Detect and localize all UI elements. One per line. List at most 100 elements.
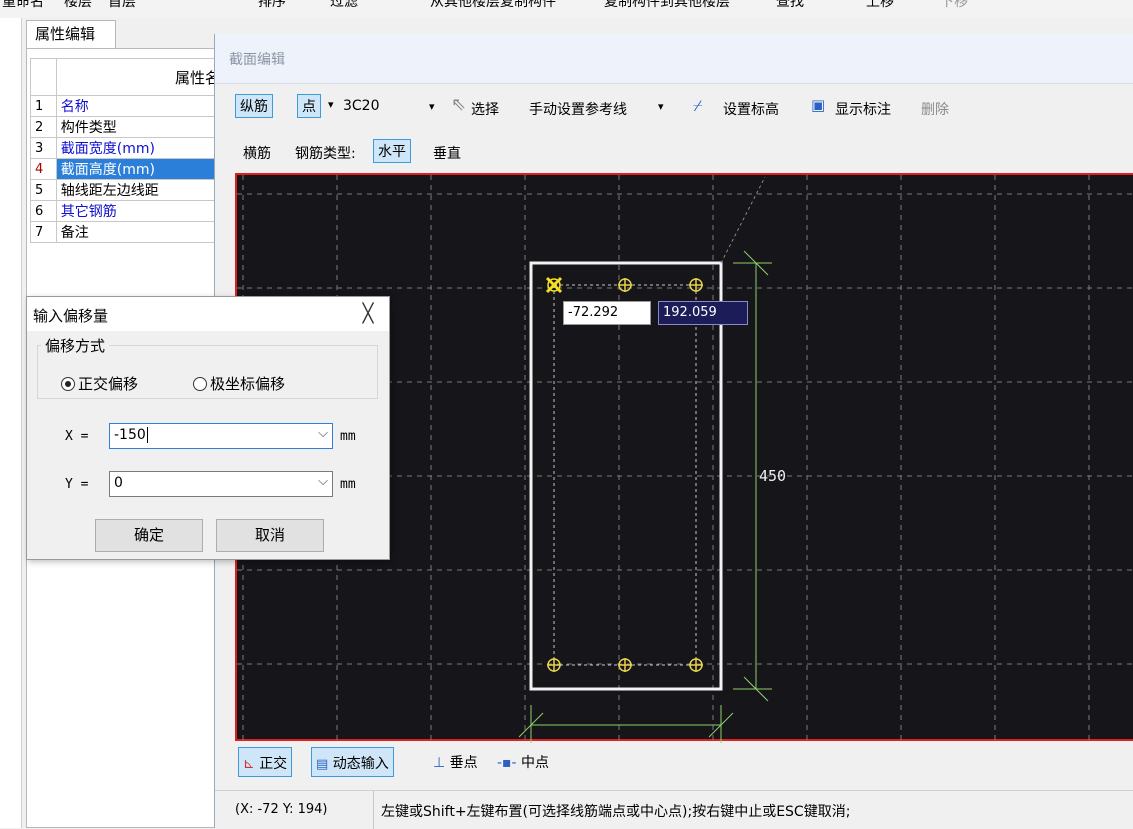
show-annotation-button[interactable]: 显示标注 [835,99,891,119]
tab-property-edit[interactable]: 属性编辑 [26,20,116,48]
property-name-cell[interactable]: 轴线距左边线距 [55,179,226,201]
snap-toolbar: ⊾ 正交 ▤ 动态输入 ⊥ 垂点 -▪- 中点 [235,742,1133,782]
radio-polar-offset[interactable]: 极坐标偏移 [193,373,285,394]
ortho-icon: ⊾ [243,756,255,772]
find-button[interactable]: 查找 [776,0,804,11]
chevron-down-icon[interactable]: ⌵ [318,474,328,489]
point-mode-dropdown-icon[interactable]: ▾ [328,98,334,111]
table-row[interactable]: 3 截面宽度(mm) [30,137,226,159]
status-divider [373,791,374,829]
dynamic-input-label: 动态输入 [332,756,389,772]
y-unit: mm [340,477,356,492]
table-row[interactable]: 5 轴线距左边线距 [30,179,226,201]
y-offset-value: 0 [114,475,123,491]
y-offset-input[interactable]: 0 ⌵ [109,471,333,497]
horizontal-button[interactable]: 水平 [373,139,411,163]
property-table: 属性名 1 名称 2 构件类型 3 截面宽度(mm) 4 截面高度(mm) 5 轴线距左边线距 6 其… [30,58,226,243]
dynamic-y-input[interactable]: 192.059 [658,301,748,325]
table-corner [30,58,57,96]
left-strip [0,18,22,828]
status-hint: 左键或Shift+左键布置(可选择线筋端点或中心点);按右键中止或ESC键取消; [381,804,851,820]
x-offset-input[interactable]: -150 ⌵ [109,423,333,449]
table-row[interactable]: 7 备注 [30,221,226,243]
rebar-type-label: 钢筋类型: [295,146,356,162]
radio-unchecked-icon [193,377,207,391]
status-bar: (X: -72 Y: 194) 左键或Shift+左键布置(可选择线筋端点或中心… [215,790,1133,829]
set-elevation-button[interactable]: 设置标高 [723,99,779,119]
y-label: Y = [65,477,89,492]
point-mode-button[interactable]: 点 [297,94,321,118]
vertical-button[interactable]: 垂直 [433,143,461,163]
top-toolbar: 重命名 楼层 首层 排序 过滤 从其他楼层复制构件 复制构件到其他楼层 查找 上… [0,0,1133,18]
radio-ortho-label: 正交偏移 [78,375,139,393]
radio-polar-label: 极坐标偏移 [210,375,286,393]
filter-button[interactable]: 过滤 [330,0,358,11]
row-number: 5 [30,179,57,201]
cursor-marker [545,276,563,294]
dynamic-input-toggle[interactable]: ▤ 动态输入 [311,747,394,777]
row-number: 3 [30,137,57,159]
perpendicular-snap[interactable]: ⊥ 垂点 [433,752,478,772]
stirrup-button[interactable]: 横筋 [243,143,271,163]
text-cursor [146,427,148,443]
move-down-button[interactable]: 下移 [940,0,968,11]
elevation-icon: ⌿ [693,96,703,115]
dialog-title: 输入偏移量 [27,297,389,331]
ok-button[interactable]: 确定 [95,519,203,552]
copy-from-floor-button[interactable]: 从其他楼层复制构件 [430,0,556,11]
midpoint-label: 中点 [521,755,550,771]
x-offset-value: -150 [114,427,146,443]
close-icon[interactable]: ╳ [355,301,381,327]
midpoint-snap[interactable]: -▪- 中点 [497,752,549,772]
row-number: 1 [30,95,57,117]
property-name-cell[interactable]: 构件类型 [55,116,226,138]
annotation-icon: ▣ [811,96,826,114]
ortho-label: 正交 [259,756,288,772]
status-coordinates: (X: -72 Y: 194) [235,802,328,817]
cancel-button[interactable]: 取消 [216,519,324,552]
row-number: 4 [30,158,57,180]
x-label: X = [65,429,89,444]
property-name-cell[interactable]: 备注 [55,221,226,243]
radio-ortho-offset[interactable]: 正交偏移 [61,373,138,394]
property-name-cell[interactable]: 截面宽度(mm) [55,137,226,159]
row-number: 7 [30,221,57,243]
perpendicular-label: 垂点 [449,755,478,771]
longitudinal-rebar-button[interactable]: 纵筋 [235,94,273,118]
property-name-cell[interactable]: 名称 [55,95,226,117]
row-number: 6 [30,200,57,222]
chevron-down-icon[interactable]: ⌵ [318,426,328,441]
rebar-spec-select[interactable]: 3C20 [343,98,380,114]
window-title: 截面编辑 [215,34,1133,84]
property-name-cell[interactable]: 截面高度(mm) [55,158,226,180]
floor-label: 楼层 [64,0,92,10]
offset-dialog: 输入偏移量 ╳ 偏移方式 正交偏移 极坐标偏移 X = -150 ⌵ mm Y … [26,296,390,560]
cursor-icon: ⇖ [451,94,467,115]
offset-mode-label: 偏移方式 [41,335,110,356]
reference-line-dropdown-icon[interactable]: ▾ [658,100,664,113]
sort-button[interactable]: 排序 [258,0,286,11]
chevron-down-icon[interactable]: ▾ [429,100,435,113]
select-button[interactable]: 选择 [471,99,499,119]
dynamic-input-icon: ▤ [316,757,329,772]
x-unit: mm [340,429,356,444]
column-header-property-name: 属性名 [55,58,226,96]
property-name-cell[interactable]: 其它钢筋 [55,200,226,222]
table-row[interactable]: 6 其它钢筋 [30,200,226,222]
midpoint-icon: -▪- [497,755,517,771]
copy-to-floor-button[interactable]: 复制构件到其他楼层 [604,0,730,11]
reference-line-button[interactable]: 手动设置参考线 [529,99,627,119]
row-number: 2 [30,116,57,138]
table-header-row: 属性名 [30,58,226,96]
table-row[interactable]: 4 截面高度(mm) [30,158,226,180]
rename-button[interactable]: 重命名 [2,0,44,11]
radio-checked-icon [61,377,75,391]
table-row[interactable]: 2 构件类型 [30,116,226,138]
floor-select[interactable]: 首层 [108,0,136,11]
delete-button[interactable]: 删除 [921,99,949,119]
table-row[interactable]: 1 名称 [30,95,226,117]
height-dimension-label: 450 [759,467,787,485]
ortho-toggle[interactable]: ⊾ 正交 [238,747,293,777]
move-up-button[interactable]: 上移 [866,0,894,11]
dynamic-x-input[interactable]: -72.292 [563,301,651,325]
